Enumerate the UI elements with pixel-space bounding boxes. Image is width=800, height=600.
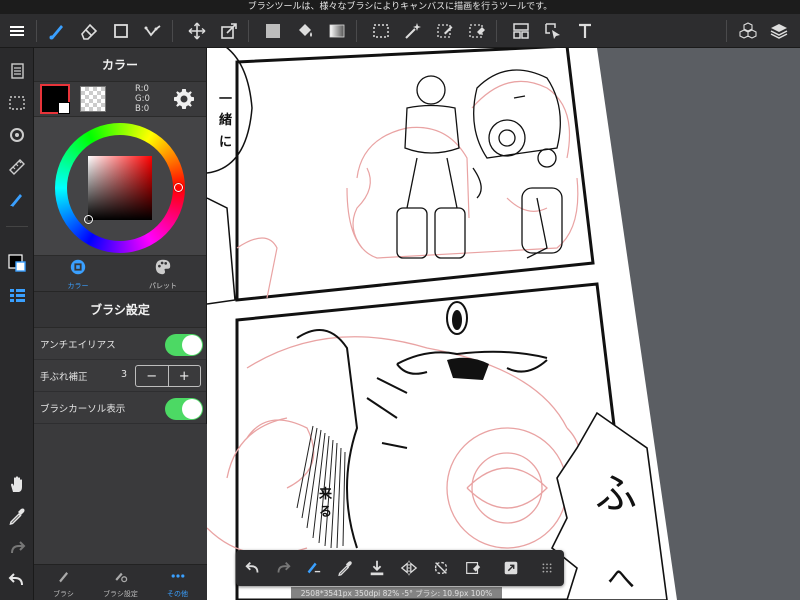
layers-icon[interactable] (766, 18, 792, 44)
top-toolbar (0, 14, 800, 48)
panel-bottom-tabs: ブラシ ブラシ設定 その他 (34, 564, 207, 600)
hand-icon[interactable] (4, 471, 30, 497)
undo-quick-icon[interactable] (240, 555, 266, 581)
text-tool-icon[interactable] (572, 18, 598, 44)
layer-list-icon[interactable] (4, 282, 30, 308)
tab-palette[interactable]: パレット (123, 258, 203, 290)
brush-quick-icon[interactable] (4, 186, 30, 212)
sfx-big-1: ふ (595, 469, 637, 518)
antialias-row: アンチエイリアス (34, 328, 206, 360)
sfx-char-1: 来 (318, 486, 333, 502)
app-window: ブラシツールは、様々なブラシによりキャンバスに描画を行うツールです。 カラー R… (0, 0, 800, 600)
select-eraser-tool-icon[interactable] (464, 18, 490, 44)
sfx-big-2: へ (607, 562, 635, 595)
tab-color-label: カラー (67, 282, 89, 290)
tab-color[interactable]: カラー (38, 258, 118, 290)
select-pen-tool-icon[interactable] (432, 18, 458, 44)
tab-brush[interactable]: ブラシ (36, 568, 91, 598)
brush-tool-icon[interactable] (44, 18, 70, 44)
eyedropper-icon[interactable] (4, 503, 30, 529)
canvas-status-bar: 2508*3541px 350dpi 82% -5° ブラシ: 10.9px 1… (291, 587, 502, 600)
gradient-tool-icon[interactable] (324, 18, 350, 44)
color-swatches: R:0 G:0 B:0 (34, 82, 206, 116)
rgb-g: G:0 (135, 94, 150, 104)
drawing-canvas[interactable]: 一 緒 に 来 る ふ へ (207, 48, 800, 600)
expand-icon[interactable] (498, 555, 524, 581)
palette-icon (155, 259, 171, 275)
tool-hint-bar: ブラシツールは、様々なブラシによりキャンバスに描画を行うツールです。 (0, 0, 800, 14)
color-swatch-icon[interactable] (4, 250, 30, 276)
stabilizer-value: 3 (121, 369, 128, 380)
sfx-char-2: る (319, 505, 332, 520)
speech-char-3: に (219, 135, 232, 150)
quick-access-bar (236, 550, 564, 586)
speech-char-1: 一 (219, 92, 232, 107)
rotate-reset-icon[interactable] (428, 555, 454, 581)
antialias-label: アンチエイリアス (40, 340, 116, 351)
stabilizer-label: 手ぶれ補正 (40, 372, 88, 383)
flip-icon[interactable] (396, 555, 422, 581)
brush-settings-title: ブラシ設定 (34, 292, 206, 328)
tab-brush-settings[interactable]: ブラシ設定 (93, 568, 148, 598)
redo-quick-icon[interactable] (270, 555, 296, 581)
material-icon[interactable] (735, 18, 761, 44)
selection-icon[interactable] (4, 90, 30, 116)
brush-icon (58, 572, 68, 583)
saturation-value-square[interactable] (88, 156, 152, 220)
transform-tool-icon[interactable] (216, 18, 242, 44)
tab-more-label: その他 (167, 590, 188, 598)
eyedropper-quick-icon[interactable] (332, 555, 358, 581)
grip-dots-icon[interactable] (534, 555, 560, 581)
color-panel-tabs: カラー パレット (34, 256, 206, 292)
tab-more[interactable]: その他 (150, 568, 205, 598)
page-manager-icon[interactable] (4, 58, 30, 84)
more-dots-icon (171, 574, 184, 578)
color-circle-icon (70, 259, 86, 275)
undo-icon[interactable] (4, 567, 30, 593)
ruler-icon[interactable] (4, 154, 30, 180)
antialias-toggle[interactable] (165, 334, 203, 356)
stabilizer-plus-button[interactable]: + (167, 366, 201, 386)
stabilizer-minus-button[interactable]: − (136, 366, 168, 386)
clear-eraser-icon[interactable] (460, 555, 486, 581)
brush-quick-select-icon[interactable] (300, 555, 326, 581)
sv-knob[interactable] (84, 215, 93, 224)
menu-icon[interactable] (4, 18, 30, 44)
shape-tool-icon[interactable] (108, 18, 134, 44)
left-tool-rail (0, 48, 34, 600)
brush-cursor-row: ブラシカーソル表示 (34, 392, 206, 424)
color-wheel-area (34, 116, 206, 256)
tab-brush-label: ブラシ (53, 590, 74, 598)
snap-tool-icon[interactable] (140, 18, 166, 44)
brush-cursor-toggle[interactable] (165, 398, 203, 420)
rgb-r: R:0 (135, 84, 149, 94)
manga-page: 一 緒 に 来 る ふ へ (207, 48, 677, 600)
sub-color-swatch[interactable] (80, 86, 106, 112)
bucket-tool-icon[interactable] (292, 18, 318, 44)
brush-settings-icon (114, 572, 127, 583)
main-color-swatch[interactable] (40, 84, 70, 114)
operation-tool-icon[interactable] (540, 18, 566, 44)
rgb-readout: R:0 G:0 B:0 (135, 84, 150, 114)
panel-tool-icon[interactable] (508, 18, 534, 44)
brush-cursor-label: ブラシカーソル表示 (40, 404, 126, 415)
stabilizer-stepper: − + (135, 365, 201, 387)
tab-brush-settings-label: ブラシ設定 (103, 590, 138, 598)
tab-palette-label: パレット (149, 282, 177, 290)
fill-color-tool-icon[interactable] (260, 18, 286, 44)
save-download-icon[interactable] (364, 555, 390, 581)
rgb-b: B:0 (135, 104, 150, 114)
speech-char-2: 緒 (219, 112, 232, 128)
snap-settings-icon[interactable] (4, 122, 30, 148)
gear-icon[interactable] (172, 87, 196, 111)
magic-wand-tool-icon[interactable] (400, 18, 426, 44)
select-tool-icon[interactable] (368, 18, 394, 44)
stabilizer-row: 手ぶれ補正 3 − + (34, 360, 206, 392)
color-panel: カラー R:0 G:0 B:0 カラー パレット ブラシ設定 アンチエイリアス … (34, 48, 207, 600)
move-tool-icon[interactable] (184, 18, 210, 44)
hue-knob[interactable] (174, 183, 183, 192)
redo-icon[interactable] (4, 535, 30, 561)
eraser-tool-icon[interactable] (76, 18, 102, 44)
color-panel-title: カラー (34, 48, 206, 82)
